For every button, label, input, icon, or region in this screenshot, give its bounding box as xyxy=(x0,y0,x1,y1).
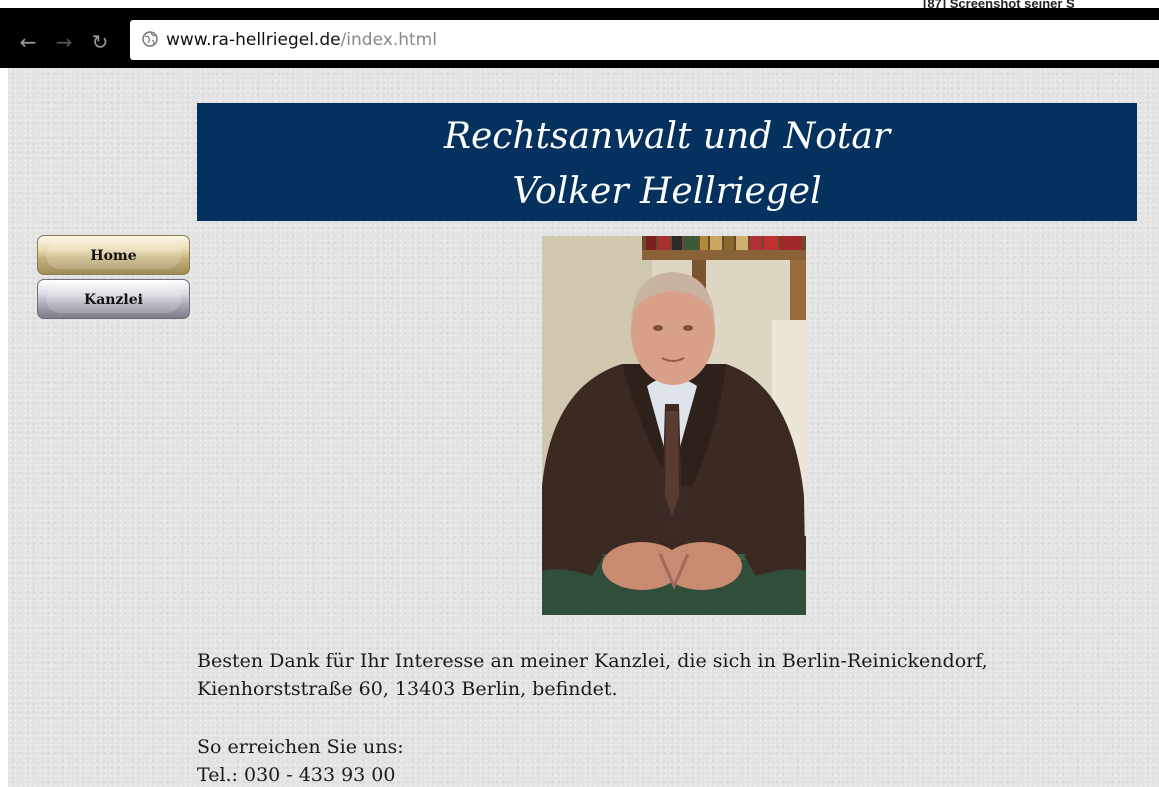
reload-icon[interactable]: ↻ xyxy=(88,30,112,54)
web-page: Rechtsanwalt und Notar Volker Hellriegel… xyxy=(8,68,1159,787)
nav-kanzlei-label: Kanzlei xyxy=(84,292,143,308)
header-title: Rechtsanwalt und Notar xyxy=(443,116,891,157)
header-banner: Rechtsanwalt und Notar Volker Hellriegel xyxy=(197,103,1137,221)
phone-number: Tel.: 030 - 433 93 00 xyxy=(197,764,396,786)
nav-home-button[interactable]: Home xyxy=(37,235,190,275)
screenshot-frame: [87] Screenshot seiner S ← → ↻ www.ra-he… xyxy=(0,0,1159,787)
globe-icon xyxy=(142,31,158,47)
browser-toolbar: ← → ↻ www.ra-hellriegel.de/index.html xyxy=(0,8,1159,68)
address-bar[interactable]: www.ra-hellriegel.de/index.html xyxy=(130,20,1159,60)
nav-kanzlei-button[interactable]: Kanzlei xyxy=(37,279,190,319)
intro-text-line-2: Kienhorststraße 60, 13403 Berlin, befind… xyxy=(197,678,618,700)
portrait-photo xyxy=(542,236,806,615)
nav-home-label: Home xyxy=(90,248,137,264)
url-host: www.ra-hellriegel.de xyxy=(166,30,341,50)
header-subtitle: Volker Hellriegel xyxy=(512,171,822,212)
url-text[interactable]: www.ra-hellriegel.de/index.html xyxy=(166,29,437,51)
url-path: /index.html xyxy=(340,30,437,50)
back-arrow-icon[interactable]: ← xyxy=(16,30,40,54)
forward-arrow-icon[interactable]: → xyxy=(52,30,76,54)
contact-heading: So erreichen Sie uns: xyxy=(197,736,404,758)
intro-text-line-1: Besten Dank für Ihr Interesse an meiner … xyxy=(197,650,988,672)
